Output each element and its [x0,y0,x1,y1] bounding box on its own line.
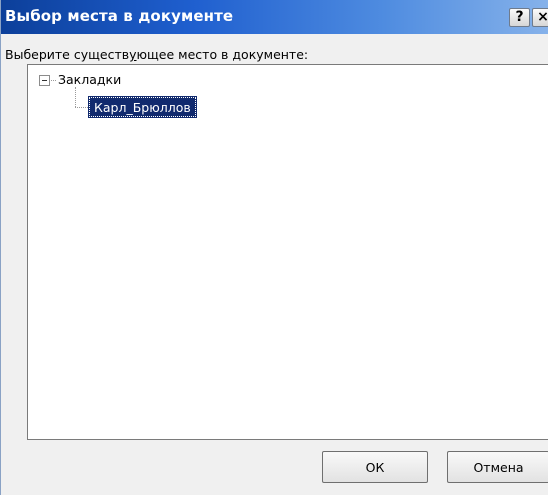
help-button[interactable]: ? [509,8,530,27]
bookmark-location-dialog: Выбор места в документе ? × Выберите сущ… [0,0,548,495]
document-location-tree[interactable]: Закладки Карл_Брюллов [27,64,548,440]
close-icon: × [537,9,548,25]
tree-connector-horizontal [75,107,88,108]
title-bar[interactable]: Выбор места в документе ? × [1,0,548,34]
tree-node-bookmark-selected[interactable]: Карл_Брюллов [88,96,197,118]
cancel-button[interactable]: Отмена [447,451,548,483]
dialog-title: Выбор места в документе [5,7,234,25]
instruction-accelerator: у [129,47,137,62]
close-button[interactable]: × [532,8,548,27]
ok-button[interactable]: ОК [322,451,428,483]
tree-node-bookmarks[interactable]: Закладки [58,72,121,87]
collapse-minus-icon[interactable] [39,75,50,86]
instruction-label: Выберите существующее место в документе: [5,47,308,62]
instruction-text-start: Выберите существ [5,47,130,62]
tree-connector-vertical [75,87,76,107]
tree-connector [51,80,56,81]
instruction-text-end: ющее место в документе: [136,47,309,62]
